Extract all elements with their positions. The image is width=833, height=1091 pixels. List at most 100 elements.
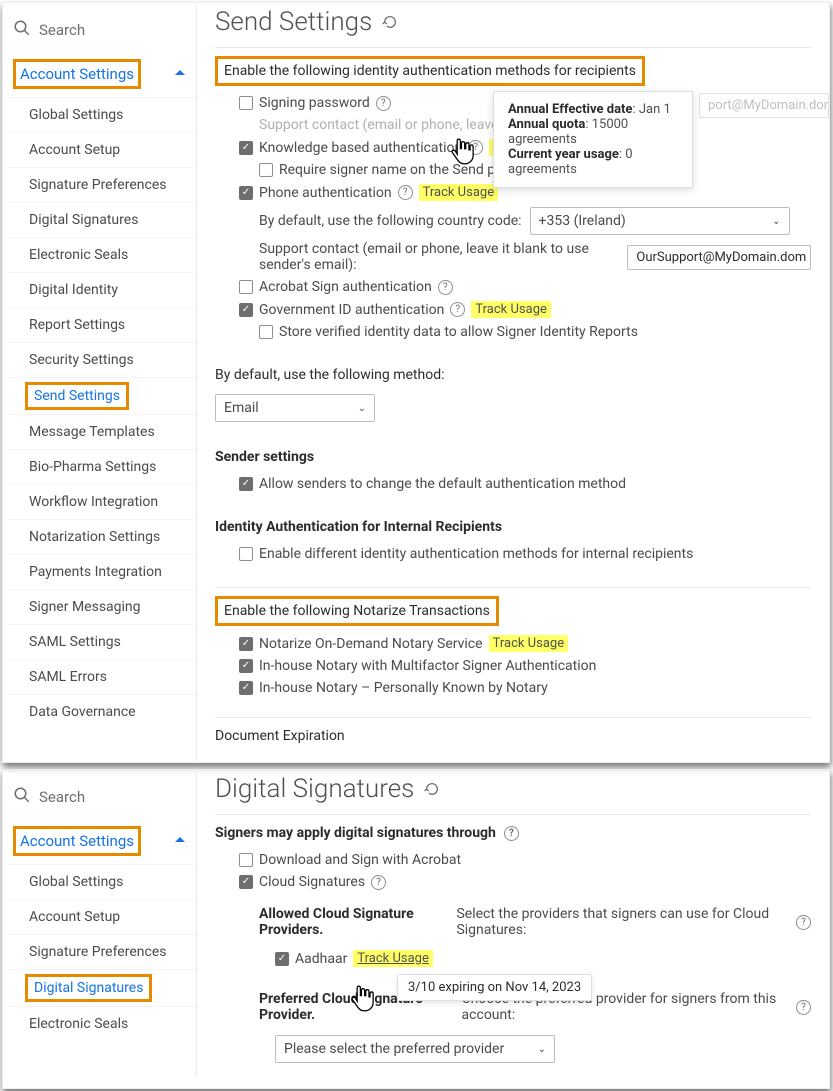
nav-global-settings[interactable]: Global Settings [3, 97, 196, 132]
default-method-label: By default, use the following method: [215, 367, 811, 383]
cursor-hand-icon [349, 984, 375, 1018]
nav-send-settings[interactable]: Send Settings [3, 377, 196, 414]
nav-electronic-seals[interactable]: Electronic Seals [3, 237, 196, 272]
track-usage-govid[interactable]: Track Usage [471, 301, 551, 318]
help-icon[interactable]: ? [438, 280, 453, 295]
nav-message-templates[interactable]: Message Templates [3, 414, 196, 449]
search-row[interactable]: Search [3, 11, 196, 51]
account-settings-label: Account Settings [13, 59, 141, 89]
nav-list: Global Settings Account Setup Signature … [3, 97, 196, 729]
gov-id-checkbox[interactable] [239, 303, 253, 317]
track-usage-phone[interactable]: Track Usage [419, 184, 499, 201]
nav-notarization-settings[interactable]: Notarization Settings [3, 519, 196, 554]
help-icon[interactable]: ? [796, 915, 811, 930]
main-content: Send Settings Enable the following ident… [197, 3, 829, 762]
aadhaar-row: Aadhaar Track Usage [215, 947, 811, 970]
signing-password-checkbox[interactable] [239, 96, 253, 110]
search-icon [13, 786, 31, 808]
sidebar-section-header[interactable]: Account Settings [3, 818, 196, 864]
require-signer-checkbox[interactable] [259, 163, 273, 177]
chevron-up-icon [174, 832, 186, 850]
acrobat-sign-row: Acrobat Sign authentication ? [215, 276, 811, 298]
nav-digital-signatures[interactable]: Digital Signatures [3, 969, 196, 1006]
notarize-ondemand-checkbox[interactable] [239, 637, 253, 651]
inhouse-pk-row: In-house Notary – Personally Known by No… [215, 677, 811, 699]
help-icon[interactable]: ? [371, 875, 386, 890]
notarize-ondemand-row: Notarize On-Demand Notary Service Track … [215, 632, 811, 655]
country-code-select[interactable]: +353 (Ireland)⌄ [530, 207, 790, 235]
help-icon[interactable]: ? [376, 96, 391, 111]
page-title: Send Settings [215, 7, 811, 37]
nav-security-settings[interactable]: Security Settings [3, 342, 196, 377]
cursor-hand-icon [449, 137, 475, 171]
main-content: Digital Signatures Signers may apply dig… [197, 770, 829, 1076]
support-contact-row-2: Support contact (email or phone, leave i… [215, 238, 811, 276]
enable-diff-checkbox[interactable] [239, 547, 253, 561]
allow-senders-checkbox[interactable] [239, 477, 253, 491]
notarize-heading: Enable the following Notarize Transactio… [215, 596, 499, 626]
sender-settings-heading: Sender settings [215, 449, 811, 465]
track-usage-notarize[interactable]: Track Usage [489, 635, 569, 652]
account-settings-label: Account Settings [13, 826, 141, 856]
inhouse-mfa-row: In-house Notary with Multifactor Signer … [215, 655, 811, 677]
refresh-icon[interactable] [382, 7, 398, 37]
nav-bio-pharma[interactable]: Bio-Pharma Settings [3, 449, 196, 484]
allowed-providers-heading: Allowed Cloud Signature Providers. Selec… [215, 903, 811, 941]
help-icon[interactable]: ? [450, 302, 465, 317]
nav-saml-errors[interactable]: SAML Errors [3, 659, 196, 694]
track-usage-aadhaar[interactable]: Track Usage [353, 950, 433, 967]
sidebar: Search Account Settings Global Settings … [3, 770, 197, 1076]
search-placeholder: Search [39, 788, 85, 806]
disabled-input: port@MyDomain.dom [699, 93, 829, 118]
allow-senders-row: Allow senders to change the default auth… [215, 473, 811, 495]
inhouse-pk-checkbox[interactable] [239, 681, 253, 695]
nav-list: Global Settings Account Setup Signature … [3, 864, 196, 1041]
store-id-checkbox[interactable] [259, 325, 273, 339]
sidebar: Search Account Settings Global Settings … [3, 3, 197, 762]
help-icon[interactable]: ? [504, 826, 519, 841]
doc-exp-heading: Document Expiration [215, 728, 811, 744]
help-icon[interactable]: ? [398, 185, 413, 200]
digital-signatures-panel: Search Account Settings Global Settings … [2, 769, 830, 1089]
signers-heading: Signers may apply digital signatures thr… [215, 825, 811, 841]
kba-checkbox[interactable] [239, 141, 253, 155]
support-contact-input[interactable]: OurSupport@MyDomain.dom [627, 245, 811, 270]
nav-account-setup[interactable]: Account Setup [3, 899, 196, 934]
sidebar-section-header[interactable]: Account Settings [3, 51, 196, 97]
refresh-icon[interactable] [424, 774, 440, 804]
nav-signature-preferences[interactable]: Signature Preferences [3, 934, 196, 969]
nav-digital-signatures[interactable]: Digital Signatures [3, 202, 196, 237]
phone-auth-checkbox[interactable] [239, 186, 253, 200]
nav-report-settings[interactable]: Report Settings [3, 307, 196, 342]
nav-signature-preferences[interactable]: Signature Preferences [3, 167, 196, 202]
nav-account-setup[interactable]: Account Setup [3, 132, 196, 167]
country-code-row: By default, use the following country co… [215, 204, 811, 238]
send-settings-panel: Search Account Settings Global Settings … [2, 2, 830, 763]
nav-workflow-integration[interactable]: Workflow Integration [3, 484, 196, 519]
download-checkbox[interactable] [239, 853, 253, 867]
enable-diff-row: Enable different identity authentication… [215, 543, 811, 565]
nav-payments-integration[interactable]: Payments Integration [3, 554, 196, 589]
nav-global-settings[interactable]: Global Settings [3, 864, 196, 899]
gov-id-row: Government ID authentication ? Track Usa… [215, 298, 811, 321]
search-row[interactable]: Search [3, 778, 196, 818]
nav-electronic-seals[interactable]: Electronic Seals [3, 1006, 196, 1041]
cloud-row: Cloud Signatures ? [215, 871, 811, 893]
usage-tooltip: Annual Effective date: Jan 1 Annual quot… [493, 91, 693, 188]
nav-saml-settings[interactable]: SAML Settings [3, 624, 196, 659]
chevron-up-icon [174, 65, 186, 83]
help-icon[interactable]: ? [796, 1000, 811, 1015]
nav-digital-identity[interactable]: Digital Identity [3, 272, 196, 307]
preferred-provider-select[interactable]: Please select the preferred provider⌄ [275, 1035, 555, 1063]
cloud-checkbox[interactable] [239, 875, 253, 889]
aadhaar-checkbox[interactable] [275, 952, 289, 966]
auth-heading: Enable the following identity authentica… [215, 56, 645, 86]
nav-signer-messaging[interactable]: Signer Messaging [3, 589, 196, 624]
inhouse-mfa-checkbox[interactable] [239, 659, 253, 673]
store-id-row: Store verified identity data to allow Si… [215, 321, 811, 343]
download-row: Download and Sign with Acrobat [215, 849, 811, 871]
acrobat-sign-checkbox[interactable] [239, 280, 253, 294]
page-title: Digital Signatures [215, 774, 811, 804]
default-method-select[interactable]: Email⌄ [215, 394, 375, 422]
nav-data-governance[interactable]: Data Governance [3, 694, 196, 729]
